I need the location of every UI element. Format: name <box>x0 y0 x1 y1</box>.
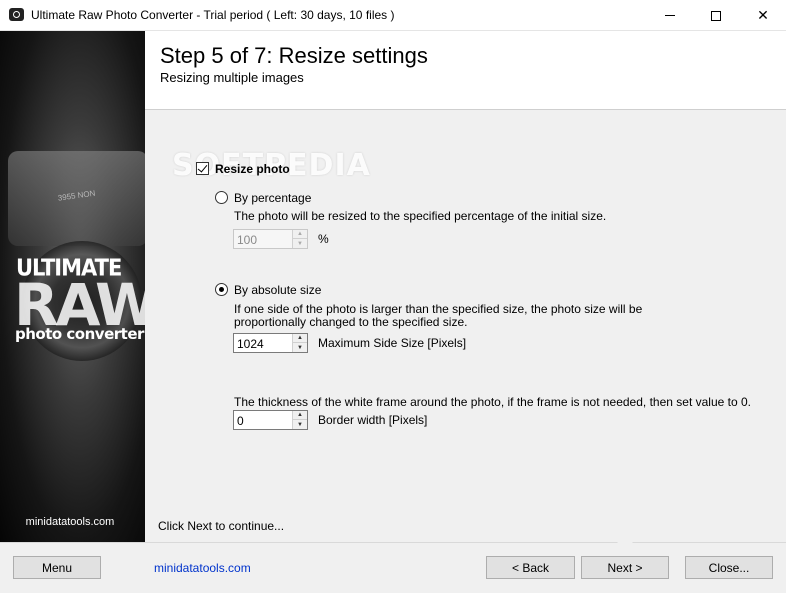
border-spin-buttons: ▲ ▼ <box>292 411 307 429</box>
percentage-up-arrow-icon[interactable]: ▲ <box>293 230 307 239</box>
percentage-stepper[interactable]: 100 ▲ ▼ <box>233 229 308 249</box>
border-down-arrow-icon[interactable]: ▼ <box>293 420 307 429</box>
close-icon: ✕ <box>757 7 769 23</box>
border-up-arrow-icon[interactable]: ▲ <box>293 411 307 420</box>
border-width-stepper[interactable]: 0 ▲ ▼ <box>233 410 308 430</box>
by-absolute-description-2: proportionally changed to the specified … <box>234 315 468 329</box>
brand-logo-tagline: photo converter <box>15 325 144 343</box>
page-title: Step 5 of 7: Resize settings <box>160 43 428 68</box>
max-side-spin-buttons: ▲ ▼ <box>292 334 307 352</box>
brand-panel: 3955 NON ULTIMATE RAW photo converter mi… <box>0 31 145 542</box>
resize-photo-label[interactable]: Resize photo <box>215 162 290 176</box>
close-button[interactable]: Close... <box>685 556 773 579</box>
percentage-spin-buttons: ▲ ▼ <box>292 230 307 248</box>
continue-hint: Click Next to continue... <box>158 519 285 533</box>
wizard-header: Step 5 of 7: Resize settings Resizing mu… <box>145 31 786 110</box>
resize-photo-checkbox[interactable] <box>196 162 209 175</box>
footer-notch <box>617 535 633 543</box>
by-percentage-radio[interactable] <box>215 191 228 204</box>
brand-url: minidatatools.com <box>25 516 115 528</box>
max-side-down-arrow-icon[interactable]: ▼ <box>293 343 307 352</box>
by-absolute-size-radio[interactable] <box>215 283 228 296</box>
max-side-size-stepper[interactable]: 1024 ▲ ▼ <box>233 333 308 353</box>
by-percentage-label[interactable]: By percentage <box>234 191 311 205</box>
max-side-size-value: 1024 <box>237 337 264 351</box>
website-link[interactable]: minidatatools.com <box>154 561 251 575</box>
close-window-button[interactable]: ✕ <box>740 0 786 31</box>
by-percentage-description: The photo will be resized to the specifi… <box>234 209 607 223</box>
percentage-down-arrow-icon[interactable]: ▼ <box>293 239 307 248</box>
by-absolute-size-label[interactable]: By absolute size <box>234 283 321 297</box>
minimize-icon <box>665 15 675 16</box>
max-side-up-arrow-icon[interactable]: ▲ <box>293 334 307 343</box>
window-title: Ultimate Raw Photo Converter - Trial per… <box>31 8 395 22</box>
title-bar: Ultimate Raw Photo Converter - Trial per… <box>0 0 786 31</box>
menu-button[interactable]: Menu <box>13 556 101 579</box>
border-width-value: 0 <box>237 414 244 428</box>
camera-app-icon <box>9 8 24 21</box>
percentage-value: 100 <box>237 233 258 247</box>
border-description: The thickness of the white frame around … <box>234 395 751 409</box>
border-width-label: Border width [Pixels] <box>318 413 428 427</box>
max-side-size-label: Maximum Side Size [Pixels] <box>318 336 467 350</box>
maximize-icon <box>711 10 721 21</box>
page-subtitle: Resizing multiple images <box>160 70 304 85</box>
next-button[interactable]: Next > <box>581 556 669 579</box>
by-absolute-description-1: If one side of the photo is larger than … <box>234 302 643 316</box>
percentage-unit: % <box>318 232 329 246</box>
maximize-button[interactable] <box>693 0 739 31</box>
back-button[interactable]: < Back <box>486 556 575 579</box>
minimize-button[interactable] <box>647 0 693 31</box>
